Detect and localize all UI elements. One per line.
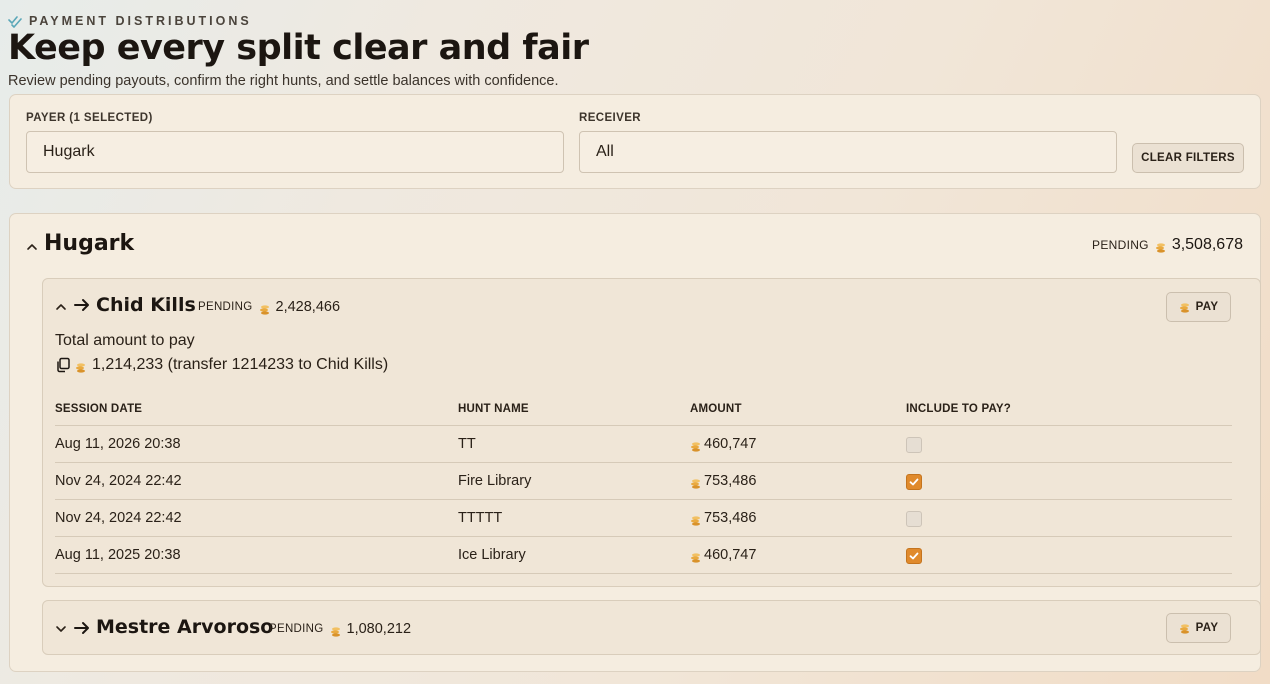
double-check-icon [8,14,22,28]
amount-value: 460,747 [704,436,757,452]
payer-pending-label: PENDING [1092,238,1149,252]
payer-filter-select[interactable]: Hugark [26,131,564,173]
payer-name: Hugark [44,231,135,256]
row-divider [55,573,1232,574]
coin-stack-icon [75,360,86,373]
session-date-cell: Aug 11, 2025 20:38 [55,547,181,563]
receiver-card-mestre-arvoroso: Mestre Arvoroso PENDING 1,080,212 PAY [42,600,1261,655]
receiver-filter-select[interactable]: All [579,131,1117,173]
payer-filter-label: PAYER (1 SELECTED) [26,112,153,124]
amount-value: 460,747 [704,547,757,563]
amount-value: 753,486 [704,510,757,526]
arrow-right-icon [74,620,90,636]
table-row: Aug 11, 2026 20:38 TT 460,747 [55,426,1232,462]
include-checkbox[interactable] [906,548,922,564]
amount-cell: 460,747 [690,436,756,452]
column-header-hunt-name: HUNT NAME [458,403,529,415]
chevron-down-icon[interactable] [55,622,67,634]
amount-cell: 753,486 [690,473,756,489]
total-amount-value: 1,214,233 (transfer 1214233 to Chid Kill… [92,356,389,373]
receiver-name: Chid Kills [96,294,196,316]
column-header-session-date: SESSION DATE [55,403,143,415]
coin-stack-icon [1179,302,1190,313]
page-subtitle: Review pending payouts, confirm the righ… [8,73,559,89]
receiver-pending-amount: 1,080,212 [346,621,412,637]
sessions-table: SESSION DATE HUNT NAME AMOUNT INCLUDE TO… [55,395,1232,574]
coin-stack-icon [259,302,270,315]
amount-cell: 460,747 [690,547,756,563]
payer-card: Hugark PENDING 3,508,678 Chid Kills PEND… [9,213,1261,672]
hunt-name-cell: Ice Library [458,547,526,563]
include-checkbox[interactable] [906,474,922,490]
coin-stack-icon [690,476,701,489]
session-date-cell: Aug 11, 2026 20:38 [55,436,181,452]
payer-pending-amount: 3,508,678 [1171,236,1243,253]
coin-stack-icon [330,624,341,637]
pay-button-label: PAY [1195,622,1219,634]
receiver-pending-label: PENDING [198,301,253,313]
hunt-name-cell: Fire Library [458,473,532,489]
coin-stack-icon [1155,240,1166,253]
total-amount-row: 1,214,233 (transfer 1214233 to Chid Kill… [55,356,388,374]
pay-button[interactable]: PAY [1166,613,1231,643]
arrow-right-icon [74,297,90,313]
session-date-cell: Nov 24, 2024 22:42 [55,510,182,526]
amount-cell: 753,486 [690,510,756,526]
copy-icon[interactable] [55,357,71,373]
table-row: Nov 24, 2024 22:42 TTTTT 753,486 [55,500,1232,536]
chevron-up-icon[interactable] [55,300,67,312]
receiver-pending: PENDING 2,428,466 [198,299,340,315]
include-checkbox[interactable] [906,511,922,527]
coin-stack-icon [690,439,701,452]
column-header-amount: AMOUNT [690,403,742,415]
coin-stack-icon [1179,623,1190,634]
chevron-up-icon[interactable] [26,240,38,252]
receiver-filter-value: All [596,143,614,160]
kicker-text: PAYMENT DISTRIBUTIONS [29,14,252,28]
payer-pending: PENDING 3,508,678 [1092,236,1243,254]
amount-value: 753,486 [704,473,757,489]
page-title: Keep every split clear and fair [8,28,589,68]
receiver-pending: PENDING 1,080,212 [269,621,411,637]
include-checkbox[interactable] [906,437,922,453]
receiver-name: Mestre Arvoroso [96,616,274,638]
receiver-card-chid-kills: Chid Kills PENDING 2,428,466 PAY Total a… [42,278,1261,587]
receiver-filter-label: RECEIVER [579,112,641,124]
receiver-pending-label: PENDING [269,623,324,635]
table-header: SESSION DATE HUNT NAME AMOUNT INCLUDE TO… [55,395,1232,425]
total-amount-label: Total amount to pay [55,332,195,349]
clear-filters-button[interactable]: CLEAR FILTERS [1132,143,1244,173]
payer-filter-value: Hugark [43,143,95,160]
table-row: Nov 24, 2024 22:42 Fire Library 753,486 [55,463,1232,499]
session-date-cell: Nov 24, 2024 22:42 [55,473,182,489]
coin-stack-icon [690,550,701,563]
coin-stack-icon [690,513,701,526]
clear-filters-label: CLEAR FILTERS [1141,152,1235,164]
hunt-name-cell: TT [458,436,476,452]
column-header-include: INCLUDE TO PAY? [906,403,1012,415]
pay-button-label: PAY [1195,301,1219,313]
hunt-name-cell: TTTTT [458,510,503,526]
table-row: Aug 11, 2025 20:38 Ice Library 460,747 [55,537,1232,573]
pay-button[interactable]: PAY [1166,292,1231,322]
receiver-pending-amount: 2,428,466 [275,299,341,315]
page-kicker: PAYMENT DISTRIBUTIONS [8,13,252,29]
filter-panel: PAYER (1 SELECTED) Hugark RECEIVER All C… [9,94,1261,189]
